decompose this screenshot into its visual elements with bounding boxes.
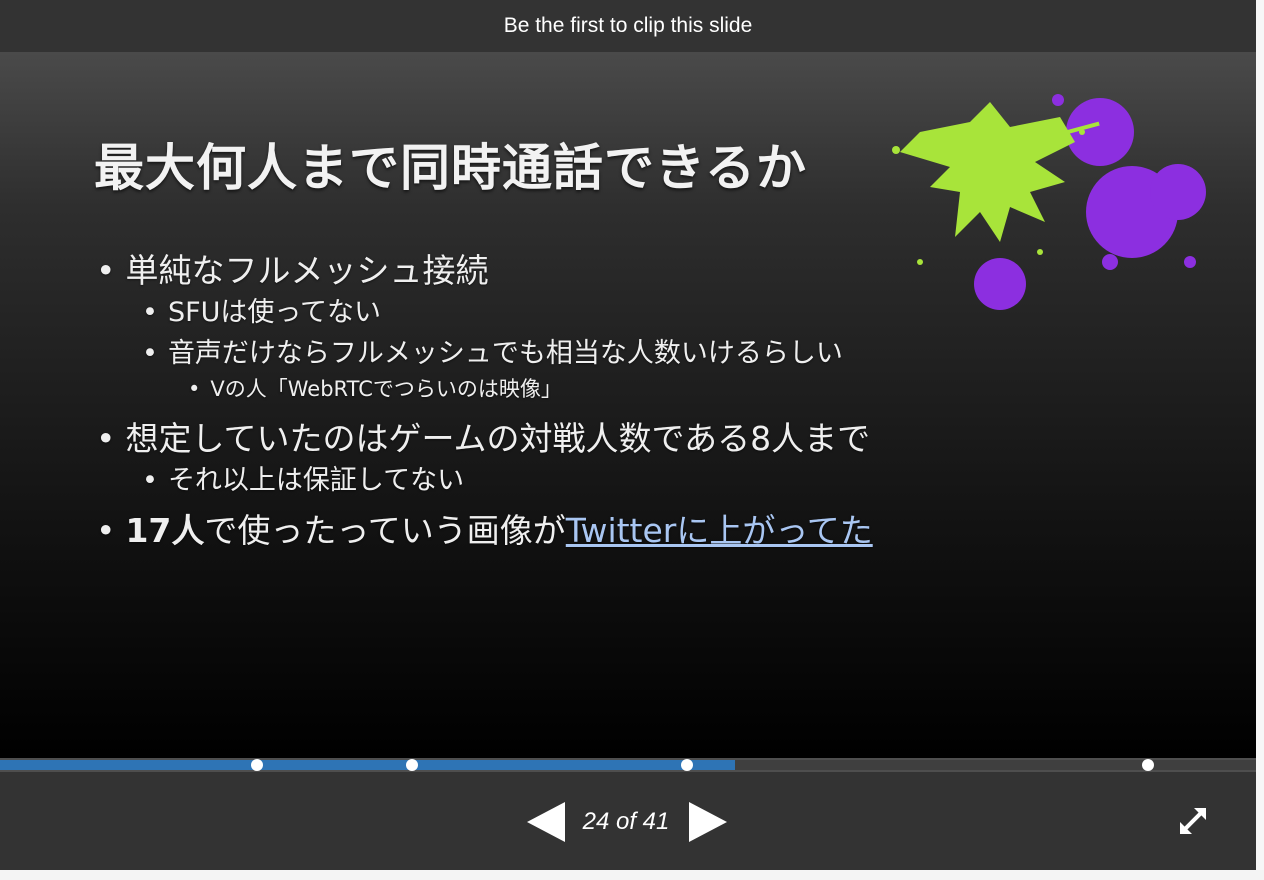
progress-fill xyxy=(0,760,735,770)
bullet-marker: • xyxy=(188,377,201,401)
controls-bar: 24 of 41 xyxy=(0,772,1256,870)
bullet-marker: • xyxy=(142,297,158,328)
bullet-level1: • 17人で使ったっていう画像がTwitterに上がってた xyxy=(96,504,873,552)
slide-counter: 24 of 41 xyxy=(582,808,670,835)
next-slide-button[interactable] xyxy=(689,802,727,842)
bullet-text: Vの人「WebRTCでつらいのは映像」 xyxy=(210,377,562,401)
bullet-level1: • 想定していたのはゲームの対戦人数である8人まで xyxy=(96,412,870,460)
progress-marker[interactable] xyxy=(251,759,263,771)
progress-marker[interactable] xyxy=(406,759,418,771)
bullet-level1: • 単純なフルメッシュ接続 xyxy=(96,244,488,292)
slide-title: 最大何人まで同時通話できるか xyxy=(94,139,807,197)
bullet-text: 音声だけならフルメッシュでも相当な人数いけるらしい xyxy=(167,338,843,369)
bullet-marker: • xyxy=(96,251,116,290)
page-edge xyxy=(1256,0,1264,880)
fullscreen-button[interactable] xyxy=(1176,804,1210,838)
clip-banner-text: Be the first to clip this slide xyxy=(503,14,753,37)
page-bottom-edge xyxy=(0,870,1264,880)
bullet-level2: • 音声だけならフルメッシュでも相当な人数いけるらしい xyxy=(142,331,843,370)
bullet-marker: • xyxy=(96,511,116,550)
slideshow-player: Be the first to clip this slide 最大何人まで同時… xyxy=(0,0,1256,870)
prev-slide-button[interactable] xyxy=(527,802,565,842)
slide-progress-bar[interactable] xyxy=(0,758,1256,772)
bullet-level2: • それ以上は保証してない xyxy=(142,458,464,497)
bullet-level2: • SFUは使ってない xyxy=(142,290,381,329)
progress-marker[interactable] xyxy=(681,759,693,771)
paint-splat-decoration xyxy=(892,94,1206,310)
bullet-text: 単純なフルメッシュ接続 xyxy=(125,251,489,290)
clip-banner[interactable]: Be the first to clip this slide xyxy=(0,0,1256,52)
bullet-marker: • xyxy=(96,419,116,458)
slide-canvas: 最大何人まで同時通話できるか • 単純なフルメッシュ接続 • SFUは使ってない •… xyxy=(0,52,1256,758)
bullet-strong-text: 17人 xyxy=(125,511,205,550)
twitter-link[interactable]: Twitterに上がってた xyxy=(566,511,873,550)
bullet-text: それ以上は保証してない xyxy=(167,465,465,496)
progress-marker[interactable] xyxy=(1142,759,1154,771)
bullet-marker: • xyxy=(142,338,158,369)
bullet-text: SFUは使ってない xyxy=(167,297,382,328)
bullet-level3: • Vの人「WebRTCでつらいのは映像」 xyxy=(188,373,562,403)
bullet-text: 想定していたのはゲームの対戦人数である8人まで xyxy=(125,419,871,458)
bullet-marker: • xyxy=(142,465,158,496)
bullet-text: で使ったっていう画像が xyxy=(204,511,566,550)
